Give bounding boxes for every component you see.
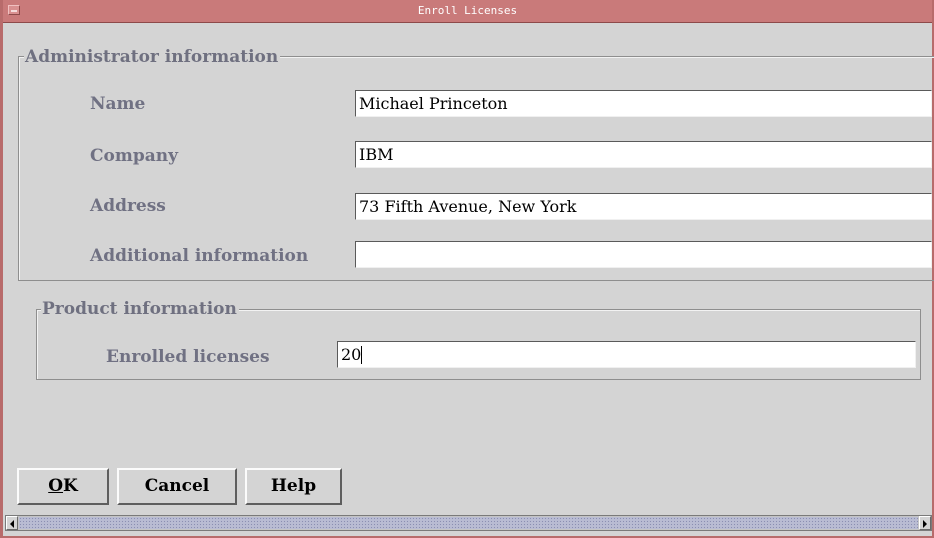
- cancel-button[interactable]: Cancel: [117, 468, 237, 505]
- right-arrow-icon[interactable]: [919, 516, 931, 530]
- ok-mnemonic: O: [48, 476, 64, 496]
- scrollbar-track[interactable]: [19, 517, 918, 529]
- product-information-legend: Product information: [41, 299, 239, 319]
- enrolled-licenses-input[interactable]: [338, 342, 915, 367]
- administrator-information-legend: Administrator information: [24, 47, 281, 67]
- enroll-licenses-window: Enroll Licenses Administrator informatio…: [0, 0, 934, 538]
- company-label: Company: [90, 146, 178, 166]
- title-bar[interactable]: Enroll Licenses: [3, 0, 932, 23]
- name-label: Name: [90, 94, 146, 114]
- name-input[interactable]: [356, 91, 931, 116]
- company-input[interactable]: [356, 142, 931, 167]
- help-button[interactable]: Help: [245, 468, 342, 505]
- additional-information-label: Additional information: [90, 246, 309, 266]
- additional-information-field[interactable]: [355, 241, 932, 268]
- name-field[interactable]: [355, 90, 932, 117]
- text-cursor: [361, 346, 362, 364]
- company-field[interactable]: [355, 141, 932, 168]
- additional-information-input[interactable]: [356, 242, 931, 267]
- ok-button[interactable]: OK: [17, 468, 109, 505]
- ok-label-rest: K: [63, 476, 78, 496]
- enrolled-licenses-label: Enrolled licenses: [106, 347, 270, 367]
- address-input[interactable]: [356, 194, 931, 219]
- enrolled-licenses-field[interactable]: [337, 341, 916, 368]
- horizontal-scrollbar[interactable]: [5, 515, 932, 531]
- address-field[interactable]: [355, 193, 932, 220]
- left-arrow-icon[interactable]: [6, 516, 18, 530]
- address-label: Address: [90, 196, 166, 216]
- window-title: Enroll Licenses: [417, 4, 518, 17]
